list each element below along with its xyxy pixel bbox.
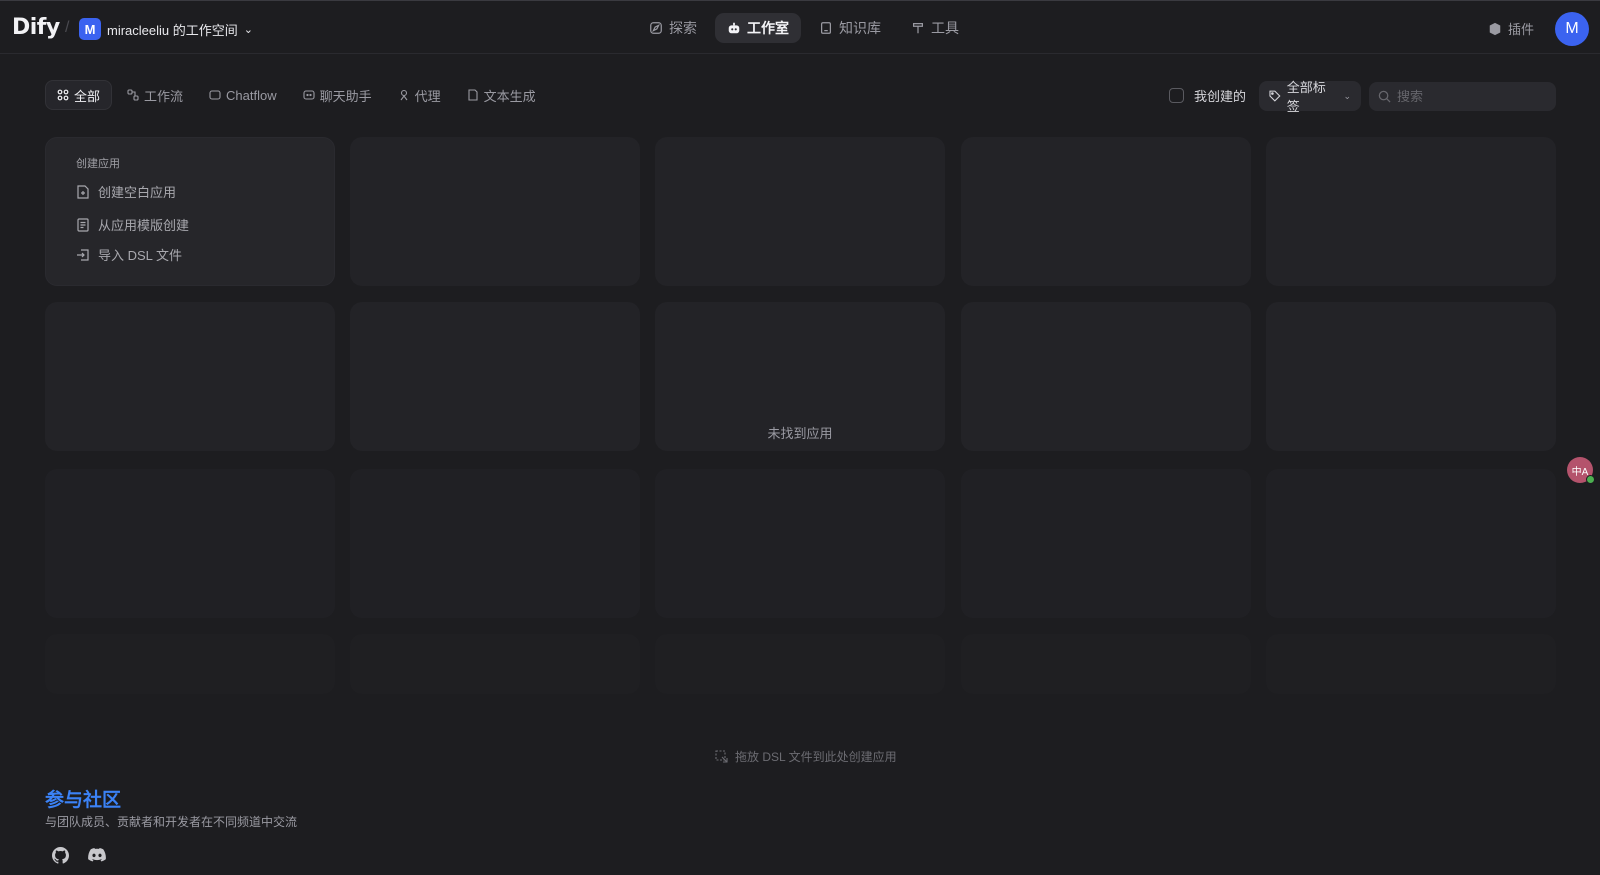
search-box[interactable] [1369,82,1556,111]
document-icon [468,89,478,101]
tab-agent[interactable]: 代理 [387,80,452,110]
translate-icon: 中A [1571,466,1589,478]
grid-icon [57,89,69,101]
workflow-icon [127,89,139,101]
app-card-placeholder [1266,469,1556,618]
tab-workflow[interactable]: 工作流 [116,80,194,110]
nav-explore[interactable]: 探索 [637,13,709,43]
create-from-template-button[interactable]: 从应用模版创建 [76,215,189,234]
tab-text-generation-label: 文本生成 [483,88,536,104]
top-header: Dify / M miracleeliu 的工作空间 ⌄ 探索 工作室 知识库 … [0,1,1600,54]
dify-logo[interactable]: Dify [12,15,60,40]
app-card-placeholder [655,469,945,618]
logo-separator: / [65,19,70,36]
chevron-down-icon: ⌄ [243,23,253,36]
app-type-tabs: 全部 工作流 Chatflow 聊天助手 代理 文本生成 [45,80,547,110]
tab-chatflow[interactable]: Chatflow [198,80,288,110]
discord-icon [88,848,106,862]
app-card-placeholder [961,469,1251,618]
tag-filter-label: 全部标签 [1286,80,1326,114]
dsl-drop-hint-text: 拖放 DSL 文件到此处创建应用 [735,750,897,764]
explore-icon [650,22,662,34]
nav-studio[interactable]: 工作室 [715,13,801,43]
agent-icon [400,89,408,101]
created-by-me-checkbox[interactable] [1169,88,1184,103]
workspace-switcher[interactable]: M miracleeliu 的工作空间 ⌄ [79,17,253,41]
app-card-placeholder [655,634,945,694]
nav-tools[interactable]: 工具 [899,13,971,43]
app-card-placeholder [45,302,335,451]
nav-studio-label: 工作室 [747,20,789,36]
nav-knowledge-label: 知识库 [839,20,881,36]
app-card-placeholder [1266,302,1556,451]
tab-agent-label: 代理 [414,88,441,104]
app-card-placeholder [350,137,640,286]
nav-explore-label: 探索 [669,20,697,36]
chat-bubble-icon [303,90,315,100]
cube-icon [1489,22,1501,35]
plugins-label: 插件 [1508,22,1535,37]
tag-icon [1269,90,1281,102]
dsl-drop-hint: 拖放 DSL 文件到此处创建应用 [715,748,897,765]
plugins-button[interactable]: 插件 [1488,19,1534,38]
tab-all-label: 全部 [74,88,101,104]
app-card-placeholder [350,469,640,618]
github-icon [51,846,69,864]
discord-link[interactable] [86,844,108,866]
app-card-placeholder [45,469,335,618]
tab-chatflow-label: Chatflow [226,87,277,103]
create-blank-app-button[interactable]: 创建空白应用 [76,182,176,201]
template-icon [77,217,89,232]
nav-tools-label: 工具 [931,20,959,36]
tab-text-generation[interactable]: 文本生成 [456,80,547,110]
app-card-placeholder [45,634,335,694]
app-card-placeholder [961,302,1251,451]
created-by-me-label: 我创建的 [1194,89,1247,104]
tag-filter-dropdown[interactable]: 全部标签 ⌄ [1259,80,1361,114]
import-dsl-label: 导入 DSL 文件 [98,248,183,263]
import-dsl-button[interactable]: 导入 DSL 文件 [76,245,182,264]
community-title: 参与社区 [45,790,122,811]
empty-state-text: 未找到应用 [767,426,833,441]
create-from-template-label: 从应用模版创建 [98,218,190,233]
chatflow-icon [209,90,221,100]
create-app-card: 创建应用 创建空白应用 从应用模版创建 导入 DSL 文件 [45,137,335,286]
community-description: 与团队成员、贡献者和开发者在不同频道中交流 [45,815,298,829]
create-app-title: 创建应用 [76,158,120,170]
import-icon [77,248,89,261]
search-icon [1378,90,1391,103]
app-card-placeholder [1266,634,1556,694]
robot-icon [728,22,740,34]
drag-drop-icon [715,749,728,763]
tab-all[interactable]: 全部 [45,80,113,110]
app-card-placeholder [1266,137,1556,286]
app-card-placeholder [961,137,1251,286]
main-nav: 探索 工作室 知识库 工具 [637,13,971,43]
created-by-me-filter[interactable]: 我创建的 [1169,86,1246,105]
user-avatar[interactable]: M [1555,12,1589,46]
workspace-avatar: M [79,18,101,40]
hammer-icon [913,23,923,34]
app-card-placeholder [961,634,1251,694]
chevron-down-icon: ⌄ [1343,90,1351,101]
nav-knowledge[interactable]: 知识库 [807,13,893,43]
tab-chat-assistant[interactable]: 聊天助手 [292,80,383,110]
github-link[interactable] [49,844,71,866]
search-input[interactable] [1397,89,1547,104]
status-dot [1586,475,1595,484]
app-card-placeholder [655,137,945,286]
app-card-placeholder [350,634,640,694]
book-icon [821,22,831,34]
new-file-icon [77,184,89,199]
app-card-placeholder [350,302,640,451]
tab-chat-assistant-label: 聊天助手 [319,88,372,104]
workspace-name: miracleeliu 的工作空间 [107,22,238,38]
create-blank-app-label: 创建空白应用 [98,185,177,200]
translate-extension-button[interactable]: 中A [1567,457,1595,484]
tab-workflow-label: 工作流 [144,88,184,104]
